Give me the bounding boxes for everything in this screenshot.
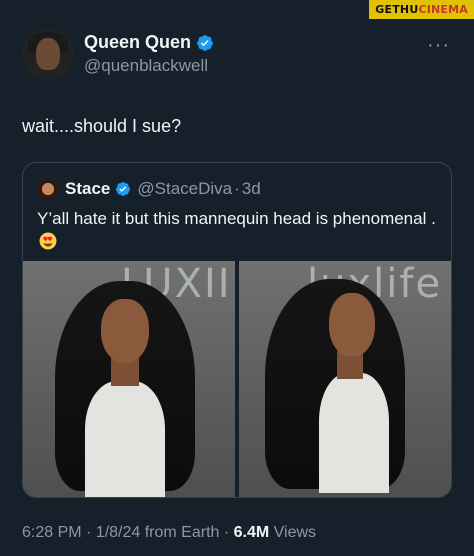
author-names: Queen Quen @quenblackwell [84,32,214,76]
quoted-verified-badge-icon [116,182,131,196]
quoted-avatar[interactable] [37,178,59,200]
watermark-part1: GETHU [375,3,419,16]
photo-face [101,299,149,363]
watermark: GETHUCINEMA [369,0,474,19]
quoted-timestamp[interactable]: 3d [242,179,261,199]
author-handle[interactable]: @quenblackwell [84,56,214,76]
tweet-timestamp[interactable]: 6:28 PM · 1/8/24 from Earth · [22,524,234,541]
quoted-separator: · [234,179,240,198]
quoted-tweet-header: Stace @StaceDiva · 3d [37,178,261,200]
avatar[interactable] [22,28,74,80]
watermark-part2: CINEMA [418,3,468,16]
photo-face [329,293,375,357]
tweet-header: Queen Quen @quenblackwell [22,28,214,80]
quoted-tweet-text: Y’all hate it but this mannequin head is… [37,207,437,253]
quoted-display-name[interactable]: Stace [65,179,110,199]
quoted-handle[interactable]: @StaceDiva [137,179,232,199]
author-display-name-row[interactable]: Queen Quen [84,32,214,53]
photo-shirt [319,373,389,493]
tweet-meta: 6:28 PM · 1/8/24 from Earth · 6.4M Views [22,524,316,542]
photo-shirt [85,381,165,497]
more-options-icon[interactable]: ··· [427,34,450,57]
author-display-name[interactable]: Queen Quen [84,32,191,53]
quoted-media: LUXII luxlife [23,261,451,497]
views-label: Views [269,524,317,541]
views-count[interactable]: 6.4M [234,524,270,541]
avatar-face [36,38,60,70]
heart-eyes-emoji-icon [39,232,57,250]
tweet-text: wait....should I sue? [22,116,182,136]
media-photo-2[interactable]: luxlife [239,261,451,497]
verified-badge-icon [197,34,213,51]
quoted-tweet-text-content: Y’all hate it but this mannequin head is… [37,209,436,228]
media-photo-1[interactable]: LUXII [23,261,235,497]
quoted-tweet[interactable]: Stace @StaceDiva · 3d Y’all hate it but … [22,162,452,498]
